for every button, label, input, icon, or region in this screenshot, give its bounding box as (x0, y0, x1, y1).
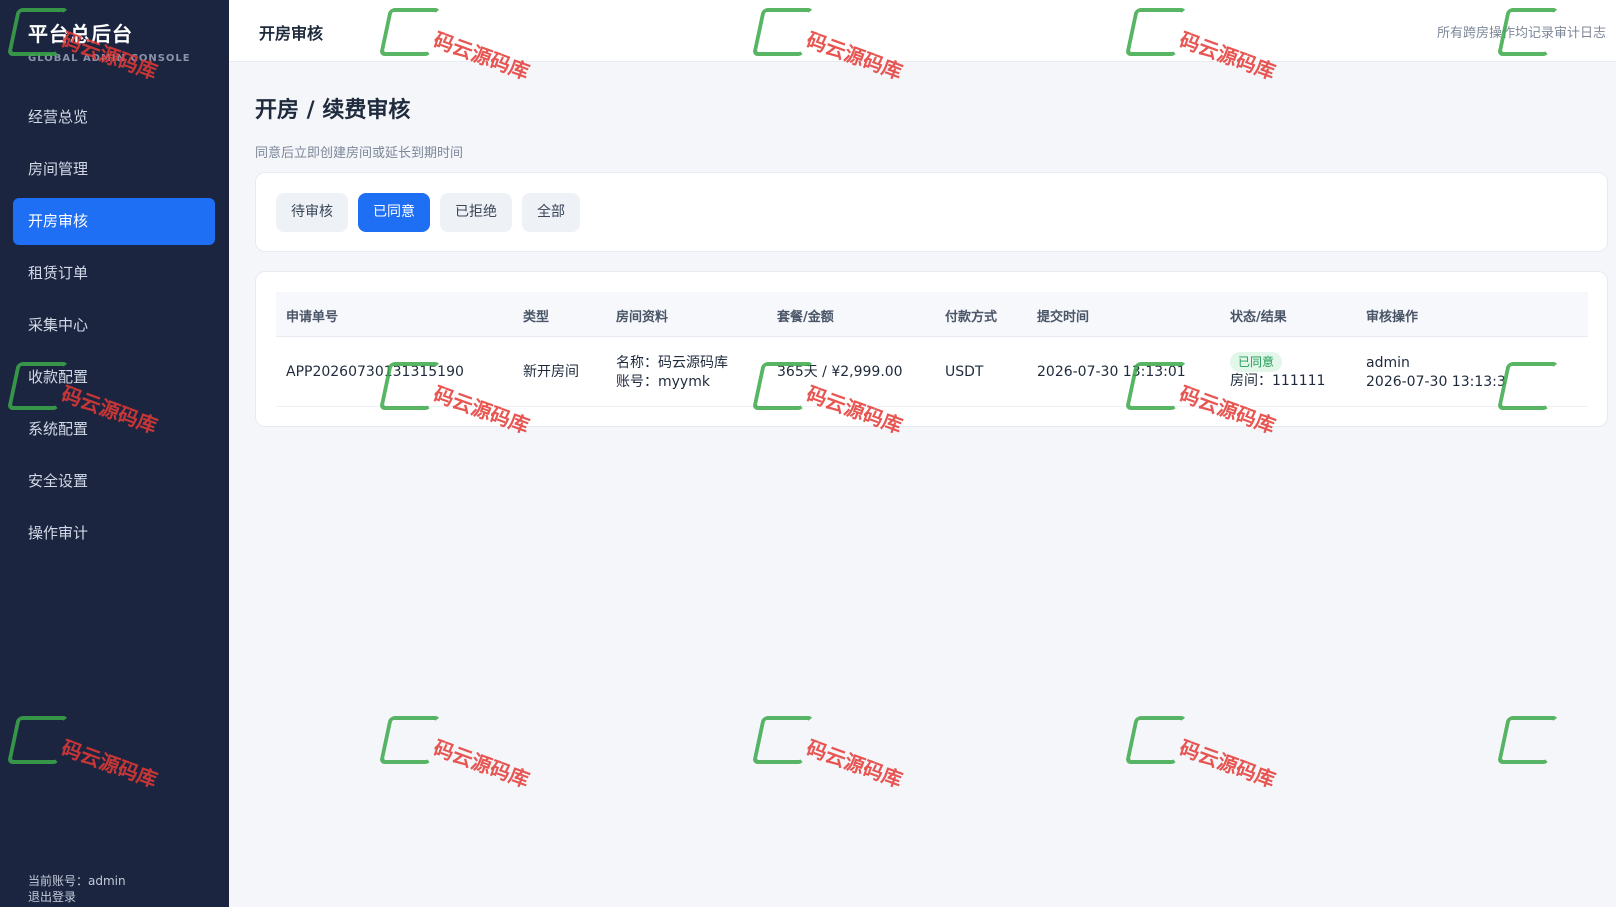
sidebar-item-rental-orders[interactable]: 租赁订单 (13, 250, 215, 297)
cell-application-id: APP20260730131315190 (286, 364, 464, 380)
sidebar-item-system-config[interactable]: 系统配置 (13, 406, 215, 453)
brand-title: 平台总后台 (28, 22, 133, 46)
header-status-result: 状态/结果 (1230, 310, 1287, 325)
sidebar-item-security[interactable]: 安全设置 (13, 458, 215, 505)
watermark-logo-icon (751, 716, 815, 764)
topbar: 开房审核 所有跨房操作均记录审计日志 (229, 0, 1616, 62)
filter-card: 待审核 已同意 已拒绝 全部 (255, 172, 1608, 252)
cell-type: 新开房间 (523, 364, 579, 380)
room-name: 名称：码云源码库 (616, 355, 728, 371)
header-plan-amount: 套餐/金额 (777, 310, 834, 325)
sidebar-item-room-review[interactable]: 开房审核 (13, 198, 215, 245)
sidebar-item-rooms[interactable]: 房间管理 (13, 146, 215, 193)
cell-room-info: 名称：码云源码库 账号：myymk (616, 354, 728, 392)
brand-subtitle: GLOBAL ADMIN CONSOLE (28, 53, 191, 64)
watermark-text: 码云源码库 (803, 735, 906, 793)
table-header: 申请单号 类型 房间资料 套餐/金额 付款方式 提交时间 状态/结果 审核操作 (276, 292, 1588, 337)
header-review-action: 审核操作 (1366, 310, 1419, 325)
audit-note: 所有跨房操作均记录审计日志 (1436, 26, 1606, 41)
sidebar: 平台总后台 GLOBAL ADMIN CONSOLE 经营总览 房间管理 开房审… (0, 0, 229, 907)
applications-table-card: 申请单号 类型 房间资料 套餐/金额 付款方式 提交时间 状态/结果 审核操作 … (255, 271, 1608, 427)
sidebar-item-collection-center[interactable]: 采集中心 (13, 302, 215, 349)
status-badge: 已同意 (1230, 352, 1283, 372)
logout-link[interactable]: 退出登录 (28, 889, 126, 905)
filter-approved-button[interactable]: 已同意 (358, 193, 430, 232)
sidebar-footer: 当前账号：admin 退出登录 (28, 873, 126, 905)
cell-payment-method: USDT (945, 364, 984, 380)
page-title: 开房 / 续费审核 (255, 98, 411, 123)
filter-rejected-button[interactable]: 已拒绝 (440, 193, 512, 232)
header-submitted-time: 提交时间 (1037, 310, 1090, 325)
room-account: 账号：myymk (616, 374, 710, 390)
brand: 平台总后台 GLOBAL ADMIN CONSOLE (28, 18, 191, 64)
header-application-id: 申请单号 (286, 310, 339, 325)
watermark-text: 码云源码库 (430, 735, 533, 793)
applications-table: 申请单号 类型 房间资料 套餐/金额 付款方式 提交时间 状态/结果 审核操作 … (276, 292, 1588, 407)
reviewer: admin (1366, 355, 1410, 371)
filter-pending-button[interactable]: 待审核 (276, 193, 348, 232)
watermark-text: 码云源码库 (1176, 735, 1279, 793)
header-room-info: 房间资料 (616, 310, 669, 325)
sidebar-item-overview[interactable]: 经营总览 (13, 94, 215, 141)
header-payment-method: 付款方式 (945, 310, 998, 325)
table-row: APP20260730131315190 新开房间 名称：码云源码库 账号：my… (276, 337, 1588, 407)
sidebar-item-payment-config[interactable]: 收款配置 (13, 354, 215, 401)
cell-plan-amount: 365天 / ¥2,999.00 (777, 364, 903, 380)
room-number: 房间：111111 (1230, 373, 1326, 389)
topbar-title: 开房审核 (259, 24, 324, 43)
sidebar-item-audit[interactable]: 操作审计 (13, 510, 215, 557)
cell-submitted-time: 2026-07-30 13:13:01 (1037, 364, 1186, 380)
current-account: 当前账号：admin (28, 874, 126, 888)
page-description: 同意后立即创建房间或延长到期时间 (255, 146, 464, 161)
watermark-logo-icon (1124, 716, 1188, 764)
cell-status-result: 已同意 房间：111111 (1230, 352, 1325, 391)
watermark-logo-icon (378, 716, 442, 764)
watermark-logo-icon (1496, 716, 1560, 764)
sidebar-nav: 经营总览 房间管理 开房审核 租赁订单 采集中心 收款配置 系统配置 安全设置 … (13, 94, 215, 562)
reviewed-time: 2026-07-30 13:13:3 (1366, 374, 1506, 390)
cell-review-action: admin 2026-07-30 13:13:3 (1366, 354, 1506, 392)
header-type: 类型 (523, 310, 550, 325)
filter-all-button[interactable]: 全部 (522, 193, 580, 232)
status-filters: 待审核 已同意 已拒绝 全部 (276, 193, 580, 232)
